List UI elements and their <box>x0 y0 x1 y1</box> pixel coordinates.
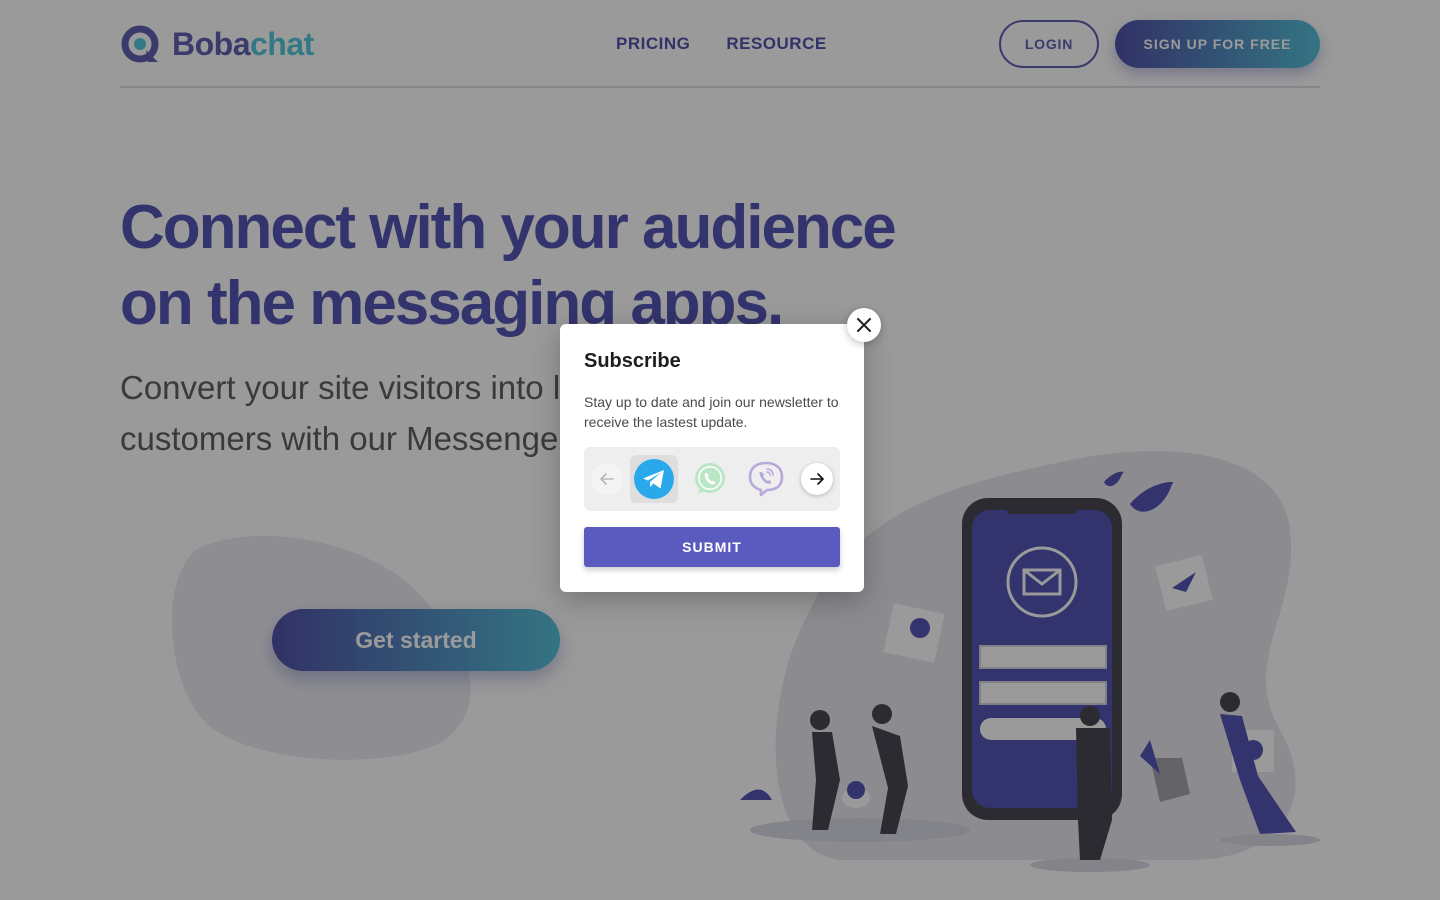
arrow-left-icon <box>600 473 614 485</box>
modal-description: Stay up to date and join our newsletter … <box>584 394 839 430</box>
app-option-whatsapp[interactable] <box>686 455 734 503</box>
app-option-telegram[interactable] <box>630 455 678 503</box>
submit-button[interactable]: SUBMIT <box>584 527 840 567</box>
close-icon <box>857 318 871 332</box>
arrow-right-icon <box>810 473 824 485</box>
whatsapp-icon <box>695 463 725 494</box>
modal-title: Subscribe <box>584 350 681 372</box>
picker-next-button[interactable] <box>801 463 833 495</box>
app-option-viber[interactable] <box>742 455 790 503</box>
telegram-icon <box>634 459 674 499</box>
picker-prev-button[interactable] <box>591 463 623 495</box>
subscribe-modal: Subscribe Stay up to date and join our n… <box>560 308 881 592</box>
modal-close-button[interactable] <box>847 308 881 342</box>
viber-icon <box>748 461 784 497</box>
messenger-app-picker <box>584 447 840 511</box>
